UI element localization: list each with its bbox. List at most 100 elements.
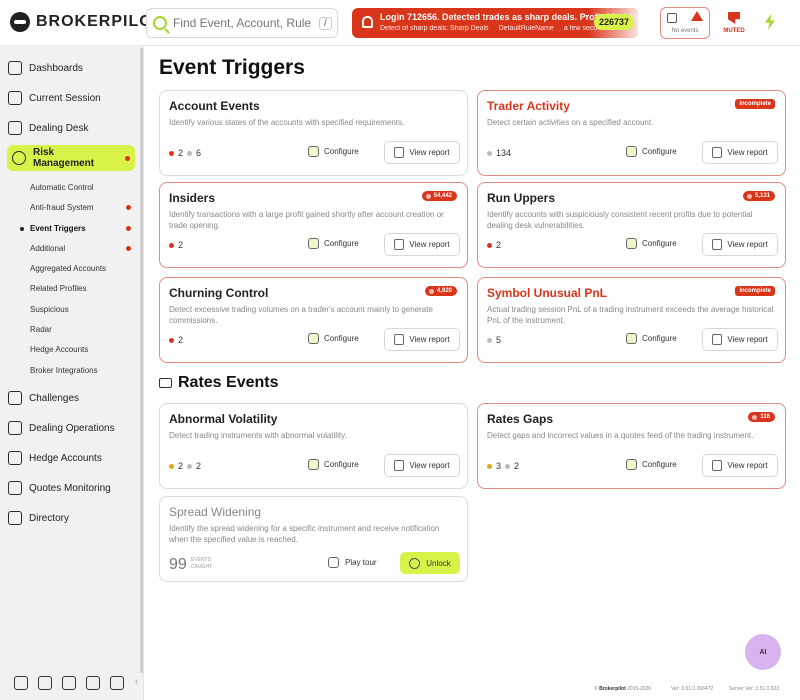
sidebar-sub-radar[interactable]: Radar — [30, 325, 52, 334]
configure-button[interactable]: Configure — [626, 238, 677, 249]
no-events-button[interactable]: No events — [660, 7, 710, 39]
configure-button[interactable]: Configure — [626, 333, 677, 344]
configure-button[interactable]: Configure — [308, 333, 359, 344]
logout-icon[interactable] — [110, 676, 124, 690]
view-report-button[interactable]: View report — [384, 233, 460, 256]
ai-assistant-button[interactable]: AI — [745, 634, 781, 670]
sidebar-item-hedge-accounts[interactable]: Hedge Accounts — [8, 447, 102, 469]
view-report-button[interactable]: View report — [384, 328, 460, 351]
sidebar-sub-additional[interactable]: Additional — [30, 244, 65, 253]
card-title[interactable]: Trader Activity — [487, 99, 570, 113]
sidebar-sub-aggregated-accounts[interactable]: Aggregated Accounts — [30, 264, 106, 273]
view-report-button[interactable]: View report — [702, 141, 778, 164]
view-report-button[interactable]: View report — [702, 328, 778, 351]
global-search[interactable]: / — [146, 8, 338, 38]
card-stats: 5 — [487, 335, 501, 345]
unlock-button[interactable]: Unlock — [400, 552, 460, 574]
sidebar-item-risk-management[interactable]: Risk Management — [7, 145, 135, 171]
stat-red: 2 — [178, 240, 184, 250]
alert-dot — [125, 155, 130, 161]
sidebar-sub-hedge-accounts[interactable]: Hedge Accounts — [30, 345, 88, 354]
sidebar-item-current-session[interactable]: Current Session — [8, 87, 101, 109]
top-bar: BROKERPILOT / Login 712656. Detected tra… — [0, 0, 800, 46]
view-report-button[interactable]: View report — [702, 233, 778, 256]
lightning-icon[interactable] — [765, 14, 775, 30]
card-title[interactable]: Account Events — [169, 99, 260, 113]
events-count-badge: 116 — [748, 412, 775, 422]
sidebar-item-dashboards[interactable]: Dashboards — [8, 57, 83, 79]
configure-button[interactable]: Configure — [626, 146, 677, 157]
configure-button[interactable]: Configure — [308, 146, 359, 157]
play-tour-label: Play tour — [345, 558, 377, 567]
alert-dot — [126, 246, 131, 251]
moon-icon[interactable] — [62, 676, 76, 690]
view-report-button[interactable]: View report — [702, 454, 778, 477]
configure-icon — [626, 238, 637, 249]
sidebar-scrollbar[interactable] — [140, 48, 143, 673]
search-icon — [153, 16, 167, 30]
stat-red: 2 — [178, 148, 184, 158]
card-stats: 2 6 — [169, 148, 201, 158]
play-tour-button[interactable]: Play tour — [328, 557, 377, 568]
display-icon[interactable] — [38, 676, 52, 690]
card-title[interactable]: Churning Control — [169, 286, 268, 300]
card-title[interactable]: Symbol Unusual PnL — [487, 286, 607, 300]
card-title[interactable]: Rates Gaps — [487, 412, 553, 426]
configure-icon — [308, 333, 319, 344]
report-icon — [394, 460, 405, 471]
notification-banner[interactable]: Login 712656. Detected trades as sharp d… — [352, 8, 638, 38]
card-title[interactable]: Insiders — [169, 191, 215, 205]
report-icon — [712, 239, 723, 250]
view-report-button[interactable]: View report — [384, 141, 460, 164]
sidebar-item-label: Current Session — [29, 92, 101, 104]
sidebar-sub-automatic-control[interactable]: Automatic Control — [30, 183, 94, 192]
hedge-icon — [8, 451, 22, 465]
card-stats: 2 — [487, 240, 501, 250]
notification-rule: DefaultRuleName — [498, 25, 554, 32]
configure-label: Configure — [324, 460, 359, 469]
trigger-card-account-events: Account Events Identify various states o… — [159, 90, 468, 176]
play-icon — [328, 557, 339, 568]
configure-button[interactable]: Configure — [626, 459, 677, 470]
search-input[interactable] — [173, 16, 313, 30]
monitor-icon — [8, 481, 22, 495]
notifications-off-icon[interactable] — [86, 676, 100, 690]
muted-button[interactable]: MUTED — [722, 12, 746, 34]
configure-button[interactable]: Configure — [308, 459, 359, 470]
card-title[interactable]: Abnormal Volatility — [169, 412, 277, 426]
sidebar-item-label: Hedge Accounts — [29, 452, 102, 464]
sidebar-sub-event-triggers[interactable]: Event Triggers — [20, 224, 86, 233]
card-title[interactable]: Spread Widening — [169, 505, 261, 519]
page-title: Event Triggers — [159, 56, 305, 79]
sidebar-sub-broker-integrations[interactable]: Broker Integrations — [30, 366, 98, 375]
configure-icon — [626, 146, 637, 157]
view-report-label: View report — [727, 240, 768, 249]
configure-button[interactable]: Configure — [308, 238, 359, 249]
muted-dot — [187, 150, 193, 156]
sidebar-sub-anti-fraud[interactable]: Anti-fraud System — [30, 203, 94, 212]
trigger-card-run-uppers: Run Uppers 5,131 Identify accounts with … — [477, 182, 786, 268]
sidebar-item-directory[interactable]: Directory — [8, 507, 69, 529]
view-report-button[interactable]: View report — [384, 454, 460, 477]
sidebar: Dashboards Current Session Dealing Desk … — [0, 46, 144, 700]
status-badge: incomplete — [735, 286, 775, 296]
configure-label: Configure — [642, 460, 677, 469]
settings-icon[interactable] — [14, 676, 28, 690]
muted-label: MUTED — [723, 28, 745, 34]
sidebar-item-quotes-monitoring[interactable]: Quotes Monitoring — [8, 477, 111, 499]
sidebar-sub-suspicious[interactable]: Suspicious — [30, 305, 69, 314]
report-icon — [394, 334, 405, 345]
card-stats: 134 — [487, 148, 511, 158]
stat-gray: 134 — [496, 148, 512, 158]
sidebar-item-dealing-operations[interactable]: Dealing Operations — [8, 417, 115, 439]
stat-gray: 5 — [496, 335, 502, 345]
card-title[interactable]: Run Uppers — [487, 191, 555, 205]
notification-count-badge: 226737 — [593, 14, 634, 30]
trigger-card-rates-gaps: Rates Gaps 116 Detect gaps and incorrect… — [477, 403, 786, 489]
sidebar-sub-related-profiles[interactable]: Related Profiles — [30, 284, 86, 293]
brand-logo[interactable]: BROKERPILOT — [10, 12, 163, 32]
collapse-sidebar-icon[interactable]: ‹ — [135, 676, 138, 686]
section-title-label: Rates Events — [178, 374, 279, 391]
sidebar-item-challenges[interactable]: Challenges — [8, 387, 79, 409]
sidebar-item-dealing-desk[interactable]: Dealing Desk — [8, 117, 88, 139]
